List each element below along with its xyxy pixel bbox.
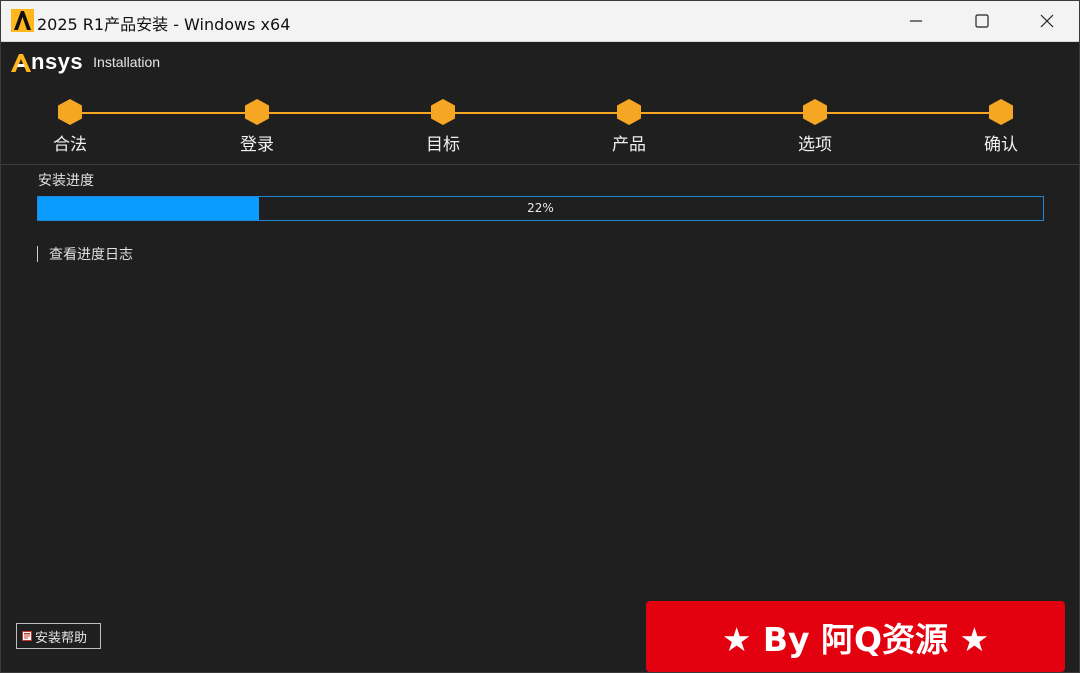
watermark-banner: ★ By 阿Q资源 ★ [646,601,1065,672]
maximize-button[interactable] [949,1,1015,41]
hexagon-icon [431,99,455,125]
hexagon-icon [989,99,1013,125]
step-label: 确认 [984,135,1018,155]
header-divider [1,164,1079,165]
progress-label: 安装进度 [38,173,94,189]
install-help-button[interactable]: 安装帮助 [16,623,101,649]
step-legal: 合法 [30,98,110,155]
step-label: 选项 [798,135,832,155]
help-doc-icon [22,631,32,641]
brand-subtitle: Installation [93,54,161,70]
view-log-link[interactable]: 查看进度日志 [37,245,133,263]
step-login: 登录 [217,98,297,155]
step-options: 选项 [775,98,855,155]
hexagon-icon [245,99,269,125]
step-label: 登录 [240,135,274,155]
ansys-logo-icon [11,54,31,72]
maximize-icon [975,14,989,28]
close-button[interactable] [1014,1,1080,41]
step-label: 目标 [426,135,460,155]
minimize-icon [910,20,922,22]
step-label: 产品 [612,135,646,155]
brand-name: nsys [31,49,84,74]
install-stepper: 合法 登录 目标 产品 选项 确认 [1,93,1079,163]
step-product: 产品 [589,98,669,155]
hexagon-icon [58,99,82,125]
watermark-text: ★ By 阿Q资源 ★ [721,619,990,659]
link-indicator [37,246,38,262]
hexagon-icon [617,99,641,125]
close-icon [1040,14,1054,28]
view-log-label: 查看进度日志 [49,247,133,263]
install-help-label: 安装帮助 [35,630,88,646]
step-label: 合法 [53,135,87,155]
brand-header: nsys Installation [11,49,160,75]
title-bar[interactable]: 2025 R1产品安装 - Windows x64 [1,1,1079,42]
hexagon-icon [803,99,827,125]
progress-percent-text: 22% [527,201,554,215]
step-target: 目标 [403,98,483,155]
minimize-button[interactable] [883,1,949,41]
ansys-a-icon [11,9,34,32]
progress-bar: 22% [37,196,1044,221]
window-title: 2025 R1产品安装 - Windows x64 [37,15,291,34]
step-confirm: 确认 [961,98,1041,155]
installer-window: 2025 R1产品安装 - Windows x64 nsys Installat… [0,0,1080,673]
stepper-line [69,112,1001,114]
